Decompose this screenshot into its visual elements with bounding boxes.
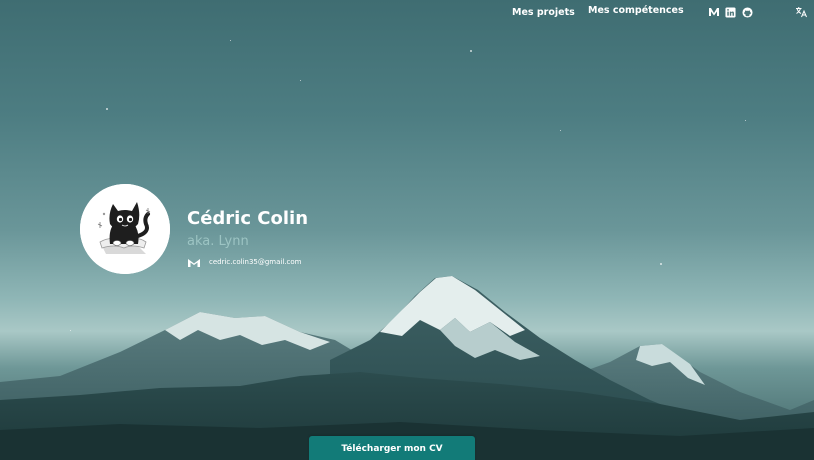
github-icon[interactable] xyxy=(741,6,754,18)
medium-icon[interactable] xyxy=(707,6,720,18)
profile-name: Cédric Colin xyxy=(187,208,309,229)
top-navigation: Mes projets Mes compétences xyxy=(0,5,814,20)
contact-email: cedric.colin35@gmail.com xyxy=(209,258,302,266)
gmail-icon xyxy=(187,256,202,268)
linkedin-icon[interactable] xyxy=(724,6,737,18)
cat-avatar-icon xyxy=(80,184,170,274)
nav-link-skills[interactable]: Mes compétences xyxy=(588,5,684,16)
page: Mes projets Mes compétences Cédric Colin… xyxy=(0,0,814,460)
download-cv-button[interactable]: Télécharger mon CV xyxy=(309,436,475,460)
avatar xyxy=(80,184,170,274)
email-contact-link[interactable]: cedric.colin35@gmail.com xyxy=(187,255,301,269)
translate-icon[interactable] xyxy=(794,6,808,18)
nav-link-projects[interactable]: Mes projets xyxy=(512,7,575,18)
profile-alias: aka. Lynn xyxy=(187,234,249,249)
